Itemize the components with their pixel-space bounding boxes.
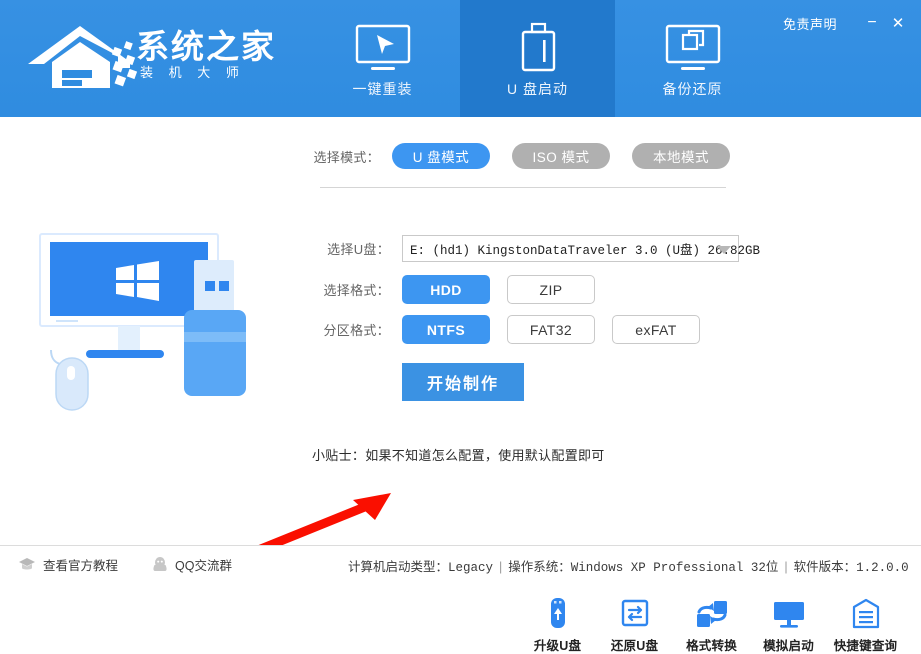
os-value: Windows XP Professional 32位 [570,561,779,575]
main-content: 选择模式： U 盘模式 ISO 模式 本地模式 选择U盘： E: (hd1) K… [0,117,921,653]
minimize-button[interactable]: − [859,12,885,34]
tab-label: 备份还原 [662,80,723,97]
system-info: 计算机启动类型：Legacy | 操作系统：Windows XP Professio… [348,556,909,575]
version-label: 软件版本： [793,560,857,574]
boot-type-value: Legacy [448,561,494,575]
usb-boot-illustration [34,222,294,427]
hotkey-list-icon [852,598,880,630]
usb-label: 选择U盘： [327,242,390,257]
tools-bar: 升级U盘 还原U盘 格式转换 模拟启动 快捷键查询 [519,598,904,654]
partition-label: 分区格式： [323,323,390,338]
tool-hotkey-query[interactable]: 快捷键查询 [827,598,904,654]
windows-copy-icon [662,19,724,77]
usb-drive-icon [507,19,569,77]
partition-fat32[interactable]: FAT32 [507,315,595,344]
cursor-screen-icon [352,19,414,77]
format-convert-icon [696,598,728,630]
format-hdd[interactable]: HDD [402,275,490,304]
version-value: 1.2.0.0 [856,561,909,575]
mode-row: 选择模式： U 盘模式 ISO 模式 本地模式 [312,142,752,170]
qq-penguin-icon [152,556,168,573]
tool-upgrade-usb[interactable]: 升级U盘 [519,598,596,654]
tool-label: 模拟启动 [763,639,814,653]
graduation-cap-icon [18,557,36,572]
mode-usb[interactable]: U 盘模式 [392,143,490,169]
qq-group-label: QQ交流群 [175,559,232,573]
partition-exfat[interactable]: exFAT [612,315,700,344]
restore-loop-icon [620,598,650,630]
partition-row: 分区格式： NTFS FAT32 exFAT [312,315,752,344]
monitor-simulate-icon [772,598,806,630]
tool-label: 升级U盘 [533,639,582,653]
start-row: 开始制作 [312,363,752,401]
window-controls: 免责声明 − ✕ [783,10,911,36]
tool-format-convert[interactable]: 格式转换 [673,598,750,654]
format-label: 选择格式： [323,283,390,298]
tool-simulate-boot[interactable]: 模拟启动 [750,598,827,654]
os-label: 操作系统： [508,560,571,574]
tab-label: 一键重装 [352,80,413,97]
usb-select-dropdown[interactable]: E: (hd1) KingstonDataTraveler 3.0 (U盘) 2… [402,235,760,262]
disclaimer-link[interactable]: 免责声明 [783,14,837,33]
brand-name: 系统之家 [136,28,276,65]
start-make-button[interactable]: 开始制作 [402,363,524,401]
chevron-down-icon [717,245,731,254]
usb-upgrade-icon [548,598,568,630]
tab-label: U 盘启动 [507,80,568,97]
tool-restore-usb[interactable]: 还原U盘 [596,598,673,654]
usb-select-row: 选择U盘： E: (hd1) KingstonDataTraveler 3.0 … [312,235,760,262]
tool-label: 还原U盘 [610,639,659,653]
qq-group-link[interactable]: QQ交流群 [152,555,232,574]
mode-label: 选择模式： [313,149,380,165]
app-window: 系统之家 装 机 大 师 一键重装 U 盘启动 备份还原 免责声明 − ✕ 选择… [0,0,921,653]
app-header: 系统之家 装 机 大 师 一键重装 U 盘启动 备份还原 免责声明 − ✕ [0,0,921,117]
tutorial-link[interactable]: 查看官方教程 [18,555,118,574]
info-separator: | [499,560,503,574]
boot-type-label: 计算机启动类型： [348,560,449,574]
mode-local[interactable]: 本地模式 [632,143,730,169]
tab-backup-restore[interactable]: 备份还原 [615,0,770,117]
main-tabs: 一键重装 U 盘启动 备份还原 [305,0,770,117]
close-button[interactable]: ✕ [885,12,911,34]
usb-select-value: E: (hd1) KingstonDataTraveler 3.0 (U盘) 2… [410,244,761,258]
tool-label: 快捷键查询 [833,639,898,653]
format-row: 选择格式： HDD ZIP [312,275,752,304]
tab-usb-boot[interactable]: U 盘启动 [460,0,615,117]
status-bar: 查看官方教程 QQ交流群 计算机启动类型：Legacy | 操作系统：Windows… [0,546,921,582]
tab-one-key-reinstall[interactable]: 一键重装 [305,0,460,117]
info-separator: | [784,560,788,574]
partition-ntfs[interactable]: NTFS [402,315,490,344]
tool-label: 格式转换 [686,639,737,653]
tutorial-label: 查看官方教程 [43,559,119,573]
format-zip[interactable]: ZIP [507,275,595,304]
mode-iso[interactable]: ISO 模式 [512,143,610,169]
tip-text: 小贴士：如果不知道怎么配置，使用默认配置即可 [312,448,605,463]
usb-config-form: 选择模式： U 盘模式 ISO 模式 本地模式 选择U盘： E: (hd1) K… [312,142,760,465]
brand-subtitle: 装 机 大 师 [140,65,245,80]
brand-logo: 系统之家 装 机 大 师 [18,12,278,98]
